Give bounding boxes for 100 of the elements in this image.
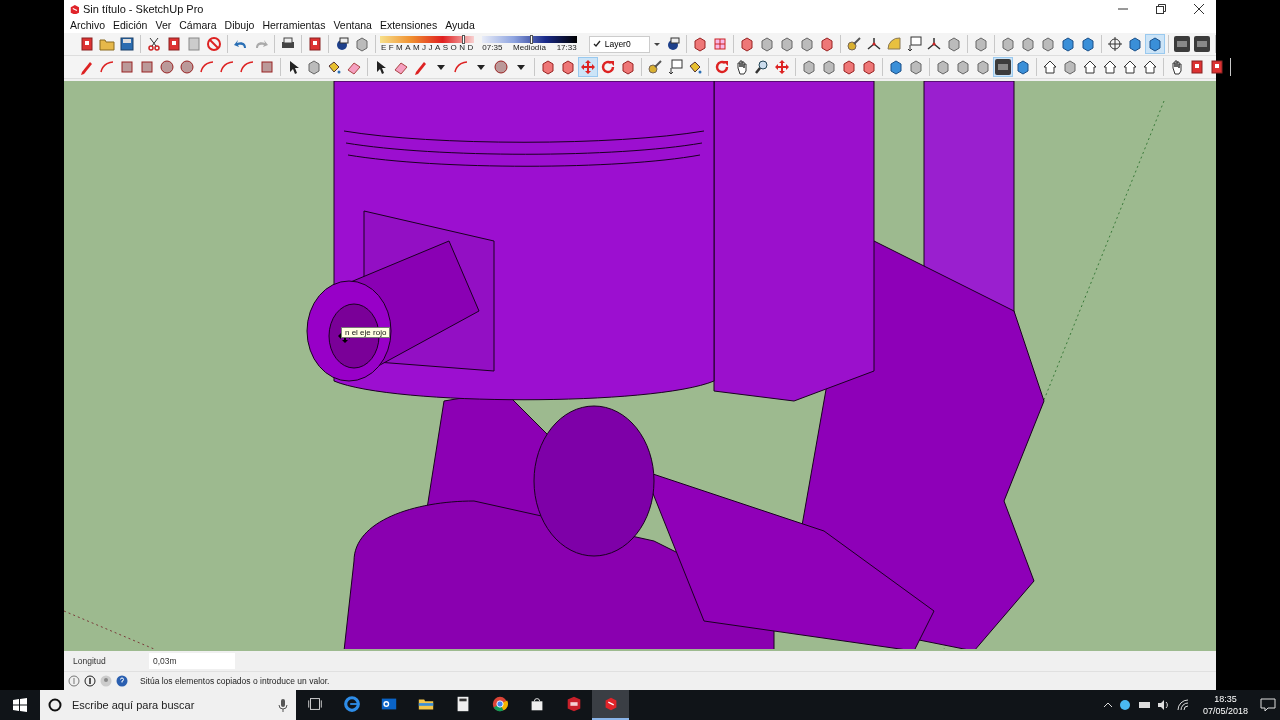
- layer-name: Layer0: [604, 39, 631, 49]
- rect-icon: [139, 59, 155, 75]
- month-label: M: [396, 43, 403, 52]
- slider-thumb[interactable]: [462, 35, 465, 44]
- month-label: J: [422, 43, 427, 52]
- folder-icon: [99, 36, 115, 52]
- house-icon: [1102, 59, 1118, 75]
- scissors-icon: [146, 36, 162, 52]
- search-box[interactable]: Escribe aquí para buscar: [40, 690, 296, 720]
- month-label: D: [467, 43, 474, 52]
- menu-item[interactable]: Ver: [151, 19, 176, 31]
- menu-item[interactable]: Dibujo: [220, 19, 259, 31]
- clock-date[interactable]: 07/05/2018: [1202, 705, 1248, 717]
- magnifier-icon: [754, 59, 770, 75]
- target-tool-button[interactable]: [1105, 34, 1125, 54]
- arc-icon: [99, 59, 115, 75]
- text-icon: [667, 59, 683, 75]
- windows-logo-icon: [13, 698, 27, 712]
- rotate-icon: [600, 59, 616, 75]
- menu-item[interactable]: Ventana: [329, 19, 376, 31]
- chrome-icon: [490, 695, 509, 713]
- rect-icon: [119, 59, 135, 75]
- new-doc-icon: [79, 36, 95, 52]
- rect-icon: [259, 59, 275, 75]
- chevron-up-icon[interactable]: [1102, 700, 1113, 710]
- menu-item[interactable]: Edición: [109, 19, 152, 31]
- axes-icon: [866, 36, 882, 52]
- paste-icon: [186, 36, 202, 52]
- month-label: M: [413, 43, 420, 52]
- app-logo-icon: [68, 3, 79, 14]
- no-sign-tool-button[interactable]: [204, 34, 224, 54]
- layer-dropdown[interactable]: Layer0: [588, 35, 651, 53]
- tape-tool-button[interactable]: [844, 34, 864, 54]
- month-label: F: [388, 43, 394, 52]
- circle-icon: [493, 59, 509, 75]
- time-slider[interactable]: [482, 36, 577, 43]
- cortana-circle-icon: [48, 698, 62, 712]
- new-doc-icon: [307, 36, 323, 52]
- clock-time[interactable]: 18:35: [1214, 693, 1237, 705]
- move-tool-button[interactable]: [578, 57, 598, 77]
- geolocation-icon[interactable]: [68, 675, 80, 687]
- sketchup-taskbar-icon[interactable]: [592, 690, 629, 720]
- month-label: E: [381, 43, 387, 52]
- pencil-icon: [79, 59, 95, 75]
- tape-tool-button[interactable]: [645, 57, 665, 77]
- date-slider[interactable]: [380, 36, 475, 43]
- task-view-icon: [305, 695, 324, 713]
- glowing-dot-icon[interactable]: [1118, 699, 1131, 711]
- protractor-icon: [886, 36, 902, 52]
- menu-item[interactable]: Archivo: [66, 19, 109, 31]
- month-label: A: [405, 43, 411, 52]
- slider-thumb[interactable]: [530, 35, 534, 44]
- new-doc-icon: [1189, 59, 1205, 75]
- menu-item[interactable]: Herramientas: [258, 19, 330, 31]
- speaker-icon[interactable]: [1156, 699, 1171, 711]
- notification-icon[interactable]: [1260, 697, 1276, 713]
- arc-icon: [453, 59, 469, 75]
- circle-tool-button[interactable]: [157, 57, 177, 77]
- arc-icon: [239, 59, 255, 75]
- status-message: Sitúa los elementos copiados o introduce un valor.: [140, 676, 330, 686]
- wifi-icon[interactable]: [1176, 699, 1191, 711]
- hand-icon: [734, 59, 750, 75]
- circle-tool-button[interactable]: [177, 57, 197, 77]
- month-label: O: [450, 43, 457, 52]
- close-icon: [1194, 3, 1204, 14]
- credits-icon[interactable]: [84, 675, 96, 687]
- circle-tool-button[interactable]: [491, 57, 511, 77]
- house-icon: [1082, 59, 1098, 75]
- help-icon[interactable]: [116, 675, 128, 687]
- battery-icon[interactable]: [1136, 699, 1151, 711]
- microphone-icon[interactable]: [278, 698, 288, 712]
- move-icon: [580, 59, 596, 75]
- menu-item[interactable]: Cámara: [175, 19, 221, 31]
- target-icon: [1107, 36, 1123, 52]
- house-icon: [1042, 59, 1058, 75]
- bucket-icon: [326, 59, 342, 75]
- circle-icon: [159, 59, 175, 75]
- rotate-icon: [714, 59, 730, 75]
- measurement-label: Longitud: [73, 656, 107, 666]
- edge-icon: [342, 695, 361, 713]
- grid-icon: [712, 36, 728, 52]
- search-field[interactable]: Escribe aquí para buscar: [70, 698, 270, 712]
- disk-tool-button[interactable]: [117, 34, 137, 54]
- hand-icon: [1169, 59, 1185, 75]
- no-sign-icon: [206, 36, 222, 52]
- tape-icon: [647, 59, 663, 75]
- month-label: S: [442, 43, 449, 52]
- measurement-field[interactable]: 0,03m: [149, 653, 235, 669]
- move-icon: [774, 59, 790, 75]
- month-label: A: [435, 43, 441, 52]
- bucket-icon: [687, 59, 703, 75]
- time-label: 07:35: [482, 43, 503, 52]
- time-label: 17:33: [556, 43, 577, 52]
- text-icon: [906, 36, 922, 52]
- menu-item[interactable]: Ayuda: [441, 19, 479, 31]
- window-title: Sin título - SketchUp Pro: [83, 2, 204, 15]
- house-icon: [1142, 59, 1158, 75]
- user-icon[interactable]: [100, 675, 112, 687]
- month-label: J: [428, 43, 433, 52]
- menu-item[interactable]: Extensiones: [375, 19, 442, 31]
